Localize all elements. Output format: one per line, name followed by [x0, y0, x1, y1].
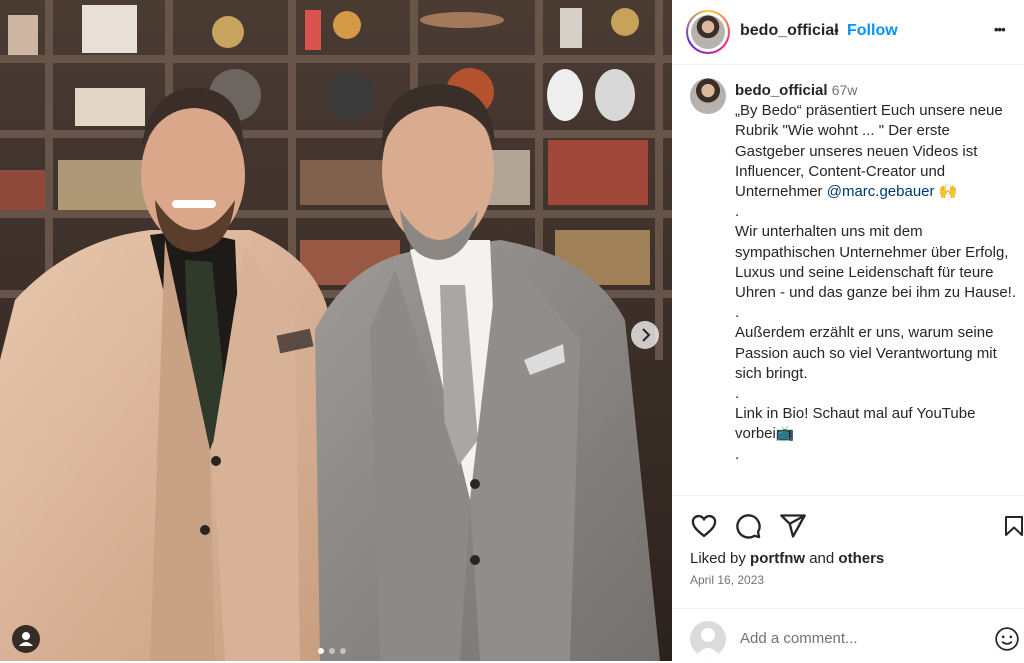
caption-dot: .: [735, 304, 740, 322]
post-date[interactable]: April 16, 2023: [690, 573, 764, 587]
carousel-next-icon[interactable]: [631, 321, 659, 349]
current-user-avatar: [690, 621, 726, 657]
share-icon[interactable]: [779, 512, 807, 540]
user-tag-icon[interactable]: [12, 625, 40, 653]
emoji-icon[interactable]: [994, 626, 1020, 652]
caption-paragraph-4: Link in Bio! Schaut mal auf YouTube vorb…: [735, 405, 980, 443]
liked-by-prefix: Liked by: [690, 550, 751, 567]
caption-dot: .: [735, 385, 740, 403]
post-header: bedo_official • Follow •••: [672, 0, 1024, 65]
liked-by-user[interactable]: portfnw: [750, 550, 805, 567]
carousel-dot-active: [318, 648, 324, 654]
caption-dot: .: [735, 203, 740, 221]
caption-username[interactable]: bedo_official: [735, 82, 828, 99]
caption-paragraph-2: Wir unterhalten uns mit dem sympathische…: [735, 223, 1016, 302]
caption-dot: .: [735, 445, 740, 463]
carousel-dot: [329, 648, 335, 654]
carousel-dot: [340, 648, 346, 654]
header-username[interactable]: bedo_official: [740, 22, 839, 40]
avatar[interactable]: [686, 10, 730, 54]
add-comment-bar: [672, 608, 1024, 663]
heart-icon[interactable]: [690, 512, 718, 540]
caption-text: bedo_official 67w „By Bedo“ präsentiert …: [735, 80, 1020, 465]
comment-icon[interactable]: [734, 512, 762, 540]
liked-by-others[interactable]: others: [838, 550, 884, 567]
raised-hands-emoji: 🙌: [938, 183, 958, 201]
liked-by-text: Liked by portfnw and others: [690, 550, 884, 567]
tv-emoji: 📺: [775, 425, 795, 443]
liked-by-and: and: [805, 550, 839, 567]
carousel-indicator: [318, 647, 354, 655]
post-image[interactable]: [0, 0, 672, 661]
caption-avatar[interactable]: [690, 78, 726, 114]
bookmark-icon[interactable]: [1002, 512, 1024, 540]
post-actions: Liked by portfnw and others April 16, 20…: [672, 495, 1024, 662]
comment-input[interactable]: [740, 627, 980, 649]
post-details-panel: bedo_official • Follow ••• bedo_official…: [672, 0, 1024, 661]
post-photo: [0, 0, 672, 661]
caption-paragraph-3: Außerdem erzählt er uns, warum seine Pas…: [735, 324, 1001, 382]
follow-button[interactable]: Follow: [847, 22, 898, 40]
post-age[interactable]: 67w: [832, 82, 858, 98]
caption-section: bedo_official 67w „By Bedo“ präsentiert …: [672, 65, 1024, 495]
follow-separator: •: [834, 22, 839, 38]
mention-link[interactable]: @marc.gebauer: [827, 183, 935, 200]
more-icon[interactable]: •••: [994, 22, 1006, 37]
